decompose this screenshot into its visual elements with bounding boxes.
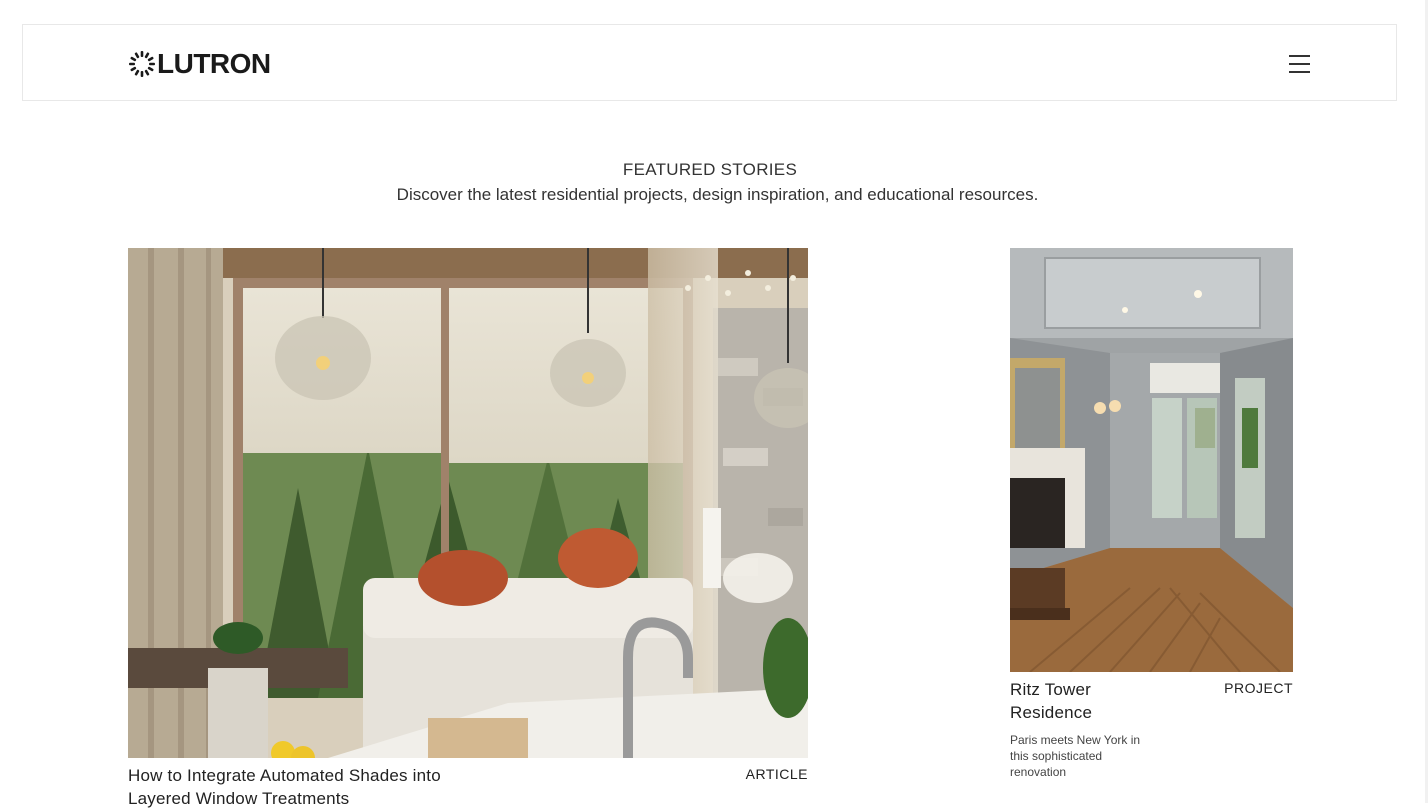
story-title[interactable]: Ritz Tower Residence — [1010, 678, 1150, 724]
brand-name: LUTRON — [157, 48, 271, 79]
menu-bar-top — [1289, 55, 1310, 57]
story-type-label: ARTICLE — [745, 766, 808, 782]
story-description: Paris meets New York in this sophisticat… — [1010, 733, 1141, 779]
lutron-logo[interactable]: LUTRON — [129, 48, 271, 79]
hamburger-menu-icon[interactable] — [1289, 53, 1310, 73]
ritz-tower-interior-image[interactable] — [1010, 248, 1293, 672]
featured-stories-heading: FEATURED STORIES — [622, 160, 798, 179]
story-title[interactable]: How to Integrate Automated Shades into L… — [128, 764, 458, 810]
story-card-article[interactable]: How to Integrate Automated Shades into L… — [128, 248, 808, 808]
lutron-sunburst-icon — [129, 51, 155, 77]
story-card-project[interactable]: Ritz Tower Residence PROJECT Paris meets… — [1010, 248, 1293, 779]
site-header: LUTRON — [22, 24, 1397, 101]
menu-bar-bottom — [1289, 71, 1310, 73]
living-room-with-automated-shades-image[interactable] — [128, 248, 808, 758]
menu-bar-middle — [1289, 63, 1310, 65]
featured-stories-subtitle: Discover the latest residential projects… — [396, 185, 1039, 204]
story-type-label: PROJECT — [1224, 680, 1293, 696]
